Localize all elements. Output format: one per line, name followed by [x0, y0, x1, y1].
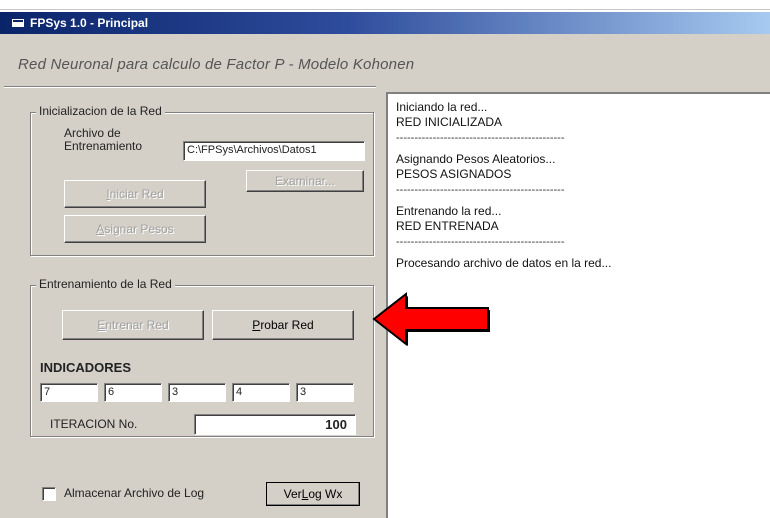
iteration-value: 100 — [194, 414, 356, 435]
start-button-label: niciar Red — [109, 187, 164, 201]
assign-button-mnemonic: A — [96, 222, 105, 236]
log-checkbox-label[interactable]: Almacenar Archivo de Log — [64, 486, 204, 500]
test-button-mnemonic: P — [252, 318, 261, 332]
log-separator: ----------------------------------------… — [396, 236, 565, 248]
header-separator — [4, 86, 376, 88]
browse-button[interactable]: Examinar... — [246, 170, 364, 192]
init-group-legend: Inicializacion de la Red — [36, 104, 165, 118]
log-line: RED INICIALIZADA — [396, 115, 503, 129]
assign-weights-button[interactable]: Asignar Pesos — [64, 215, 206, 243]
file-label: Archivo de Entrenamiento — [64, 127, 142, 153]
indicator-field-4[interactable]: 4 — [232, 383, 290, 402]
top-strip — [0, 0, 770, 10]
indicator-field-5[interactable]: 3 — [296, 383, 354, 402]
log-line: Entrenando la red... — [396, 204, 502, 218]
window-title: FPSys 1.0 - Principal — [30, 16, 149, 30]
log-checkbox[interactable] — [42, 487, 56, 501]
log-separator: ----------------------------------------… — [396, 184, 565, 196]
log-line: RED ENTRENADA — [396, 219, 499, 233]
train-button-mnemonic: E — [97, 318, 106, 332]
view-log-button[interactable]: Ver Log Wx — [266, 482, 360, 506]
indicator-field-1[interactable]: 7 — [40, 383, 98, 402]
file-label-line2: Entrenamiento — [64, 139, 143, 153]
assign-button-label: signar Pesos — [104, 222, 174, 236]
training-group-legend: Entrenamiento de la Red — [36, 277, 175, 291]
indicators-label: INDICADORES — [40, 360, 132, 375]
window-subtitle: Red Neuronal para calculo de Factor P - … — [18, 56, 415, 73]
train-button-label: ntrenar Red — [105, 318, 169, 332]
log-line: Procesando archivo de datos en la red... — [396, 256, 612, 270]
view-log-mnemonic: L — [301, 487, 309, 501]
test-network-button[interactable]: Probar Red — [212, 310, 354, 340]
indicator-field-3[interactable]: 3 — [168, 383, 226, 402]
log-line: Asignando Pesos Aleatorios... — [396, 152, 556, 166]
view-log-label: og Wx — [308, 487, 343, 501]
training-file-input[interactable]: C:\FPSys\Archivos\Datos1 — [183, 141, 365, 161]
train-network-button[interactable]: Entrenar Red — [62, 310, 204, 340]
indicator-field-2[interactable]: 6 — [104, 383, 162, 402]
view-log-prefix: Ver — [283, 487, 302, 501]
iteration-label: ITERACION No. — [50, 417, 138, 431]
test-button-label: robar Red — [260, 318, 314, 332]
log-line: Iniciando la red... — [396, 100, 488, 114]
app-icon — [12, 19, 24, 27]
red-arrow-icon — [372, 291, 490, 347]
start-network-button[interactable]: Iniciar Red — [64, 180, 206, 208]
log-separator: ----------------------------------------… — [396, 132, 565, 144]
log-line: PESOS ASIGNADOS — [396, 167, 512, 181]
